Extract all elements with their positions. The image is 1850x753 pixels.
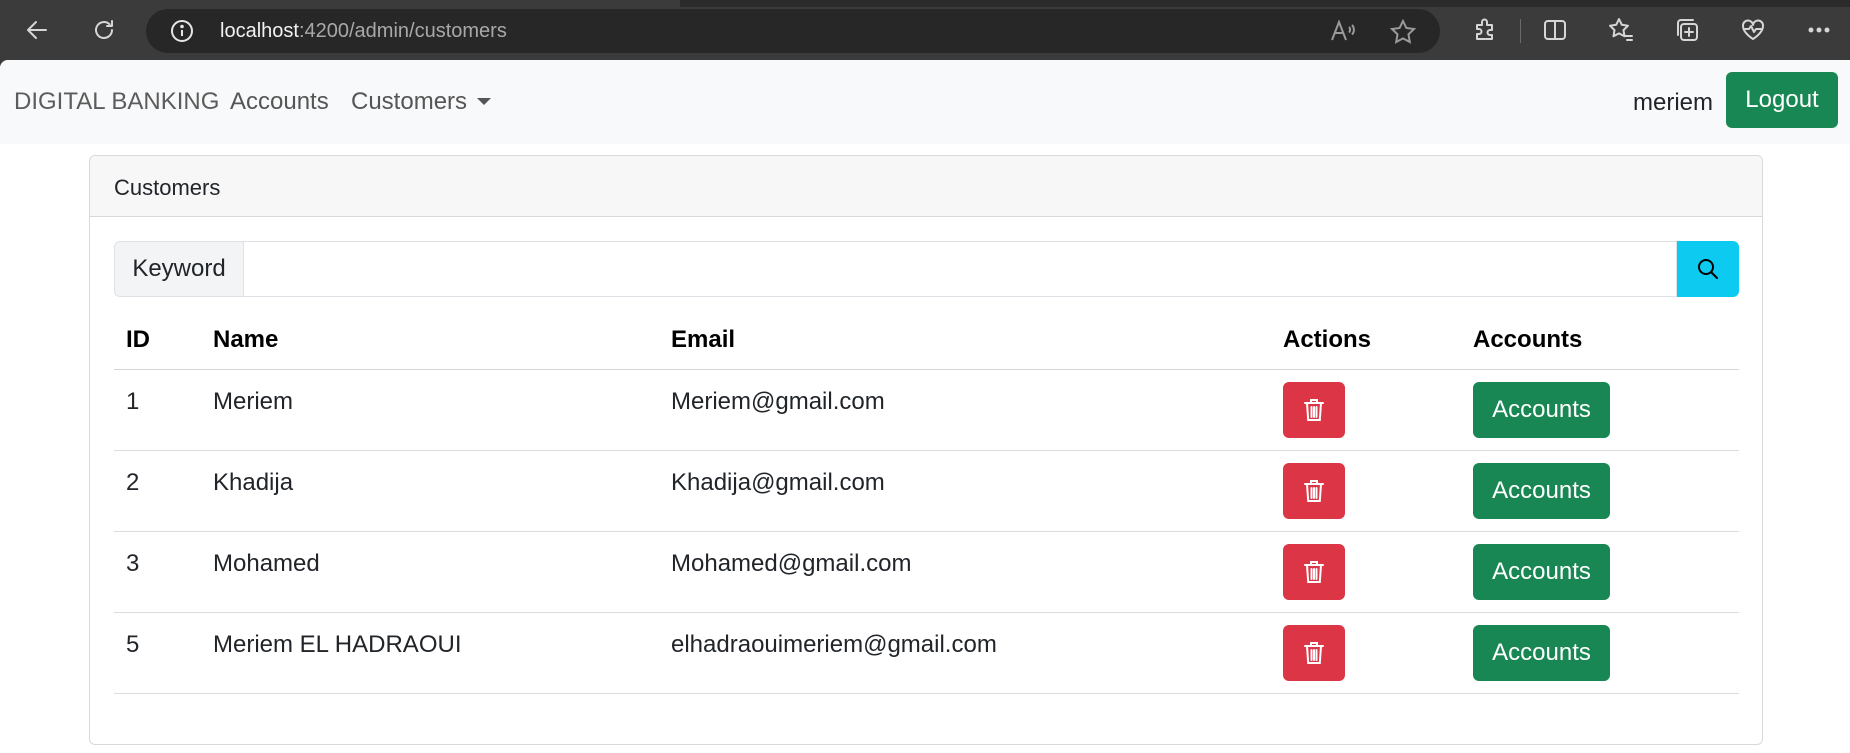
ellipsis-icon — [1808, 27, 1830, 33]
accounts-button[interactable]: Accounts — [1473, 382, 1610, 438]
cell-email: Mohamed@gmail.com — [671, 550, 912, 577]
accounts-button[interactable]: Accounts — [1473, 544, 1610, 600]
cell-email: elhadraouimeriem@gmail.com — [671, 631, 997, 658]
cell-id: 3 — [126, 550, 140, 577]
back-button[interactable] — [19, 12, 55, 48]
cell-email: Meriem@gmail.com — [671, 388, 885, 415]
cell-email: Khadija@gmail.com — [671, 469, 885, 496]
cell-id: 1 — [126, 388, 140, 415]
favorites-button[interactable] — [1603, 12, 1639, 48]
column-header-email: Email — [671, 326, 736, 353]
address-bar[interactable]: localhost:4200/admin/customers — [146, 9, 1440, 53]
cell-id: 2 — [126, 469, 140, 496]
url-path: :4200/admin/customers — [298, 20, 507, 42]
table-row: 2 Khadija Khadija@gmail.com Accounts — [114, 451, 1739, 532]
site-info-icon[interactable] — [170, 19, 194, 43]
trash-icon — [1304, 561, 1324, 583]
browser-essentials-button[interactable] — [1735, 12, 1771, 48]
collections-icon — [1677, 19, 1698, 41]
table-row: 5 Meriem EL HADRAOUI elhadraouimeriem@gm… — [114, 613, 1739, 694]
split-screen-button[interactable] — [1537, 12, 1573, 48]
column-header-actions: Actions — [1283, 326, 1372, 353]
toolbar-separator — [1520, 19, 1521, 43]
delete-button[interactable] — [1283, 463, 1345, 519]
favorite-star-icon[interactable] — [1390, 19, 1416, 45]
read-aloud-icon[interactable] — [1330, 19, 1356, 43]
table-row: 1 Meriem Meriem@gmail.com Accounts — [114, 370, 1739, 451]
nav-link-accounts[interactable]: Accounts — [230, 88, 329, 116]
collections-button[interactable] — [1669, 12, 1705, 48]
page-viewport: DIGITAL BANKING Accounts Customers merie… — [0, 60, 1850, 753]
card-title: Customers — [114, 175, 221, 200]
delete-button[interactable] — [1283, 544, 1345, 600]
split-screen-icon — [1544, 20, 1566, 40]
customers-card: Customers Keyword ID Name Email Actions … — [89, 155, 1763, 745]
more-options-button[interactable] — [1801, 12, 1837, 48]
back-arrow-icon — [27, 21, 47, 39]
extensions-button[interactable] — [1467, 12, 1503, 48]
accounts-button[interactable]: Accounts — [1473, 463, 1610, 519]
top-navbar: DIGITAL BANKING Accounts Customers merie… — [0, 60, 1850, 144]
trash-icon — [1304, 399, 1324, 421]
nav-dropdown-customers[interactable]: Customers — [351, 88, 492, 116]
tab-strip — [0, 0, 1850, 7]
puzzle-icon — [1476, 18, 1493, 40]
search-label: Keyword — [114, 241, 243, 297]
caret-down-icon — [477, 97, 492, 105]
delete-button[interactable] — [1283, 625, 1345, 681]
search-group: Keyword — [114, 241, 1739, 297]
url-host: localhost — [220, 20, 299, 42]
trash-icon — [1304, 480, 1324, 502]
browser-chrome: localhost:4200/admin/customers — [0, 0, 1850, 60]
navbar-brand[interactable]: DIGITAL BANKING — [14, 88, 219, 116]
column-header-name: Name — [213, 326, 279, 353]
cell-name: Meriem EL HADRAOUI — [213, 631, 462, 658]
trash-icon — [1304, 642, 1324, 664]
heart-pulse-icon — [1742, 19, 1764, 40]
active-tab-edge — [0, 0, 680, 7]
search-button[interactable] — [1677, 241, 1739, 297]
table-row: 3 Mohamed Mohamed@gmail.com Accounts — [114, 532, 1739, 613]
search-input[interactable] — [243, 241, 1677, 297]
card-header: Customers — [90, 156, 1762, 217]
cell-id: 5 — [126, 631, 140, 658]
column-header-accounts: Accounts — [1473, 326, 1583, 353]
address-url[interactable]: localhost:4200/admin/customers — [220, 20, 507, 43]
favorites-list-icon — [1609, 18, 1633, 41]
cell-name: Khadija — [213, 469, 294, 496]
search-icon — [1698, 259, 1718, 279]
delete-button[interactable] — [1283, 382, 1345, 438]
refresh-button[interactable] — [86, 12, 122, 48]
cell-name: Meriem — [213, 388, 294, 415]
column-header-id: ID — [126, 326, 150, 353]
username: meriem — [1633, 89, 1714, 116]
accounts-button[interactable]: Accounts — [1473, 625, 1610, 681]
nav-dropdown-customers-label: Customers — [351, 88, 468, 115]
logout-button[interactable]: Logout — [1726, 72, 1838, 128]
cell-name: Mohamed — [213, 550, 320, 577]
refresh-icon — [95, 20, 113, 39]
